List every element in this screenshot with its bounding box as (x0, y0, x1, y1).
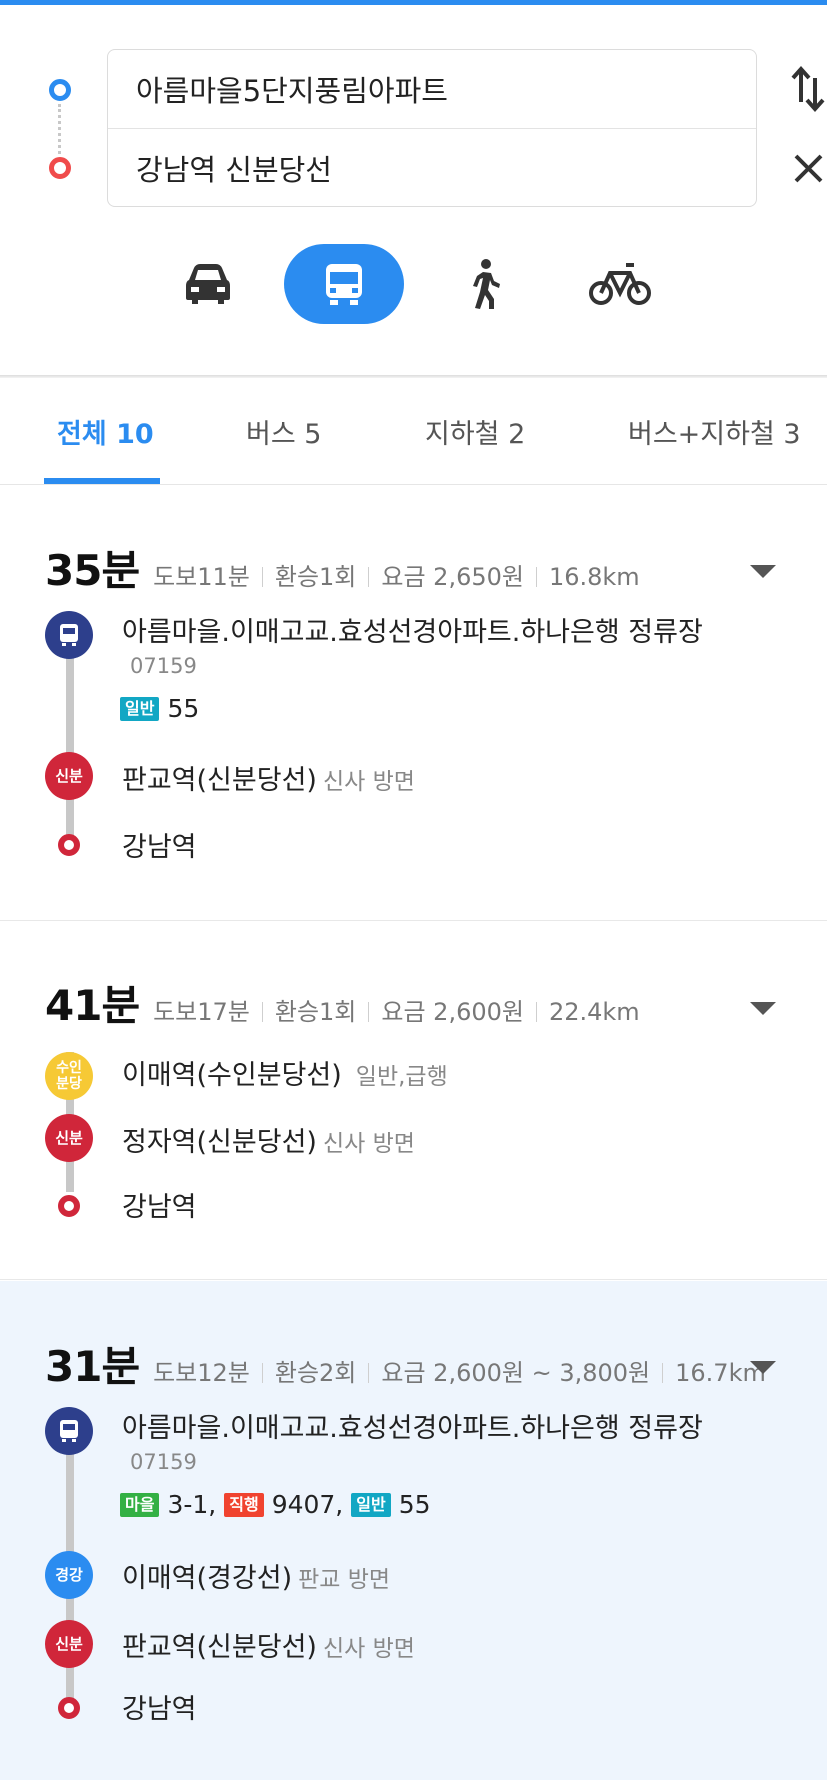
station-direction: 판교 방면 (298, 1567, 391, 1593)
bicycle-icon (589, 263, 651, 305)
route-connector (58, 104, 61, 154)
station-direction: 신사 방면 (322, 769, 415, 795)
bus-type-tag: 일반 (351, 1492, 391, 1517)
destination-name: 강남역 (122, 1192, 197, 1223)
route-rail (66, 635, 74, 835)
stop-name: 아름마을.이매고교.효성선경아파트.하나은행 정류장 (122, 617, 703, 648)
tab-subway[interactable]: 지하철 2 (425, 378, 525, 484)
caret-down-icon[interactable] (750, 1361, 776, 1374)
bike-mode-button[interactable] (580, 244, 660, 324)
car-icon (186, 264, 230, 304)
destination-marker-icon (49, 157, 71, 179)
route-transfer: 환승2회 (274, 1359, 357, 1387)
origin-marker-icon (49, 79, 71, 101)
suin-bundang-line-badge: 수인 분당 (45, 1052, 93, 1100)
route-walk: 도보11분 (153, 563, 250, 591)
stop-id: 07159 (130, 1450, 197, 1474)
route-walk: 도보12분 (153, 1359, 250, 1387)
bus-number[interactable]: 55 (399, 1490, 431, 1519)
destination-name: 강남역 (122, 832, 197, 863)
route-summary: 35분 도보11분 환승1회 요금 2,650원 16.8km (45, 537, 640, 598)
tab-bus[interactable]: 버스 5 (246, 378, 321, 484)
sinbundang-line-badge: 신분 (45, 752, 93, 800)
station-direction: 신사 방면 (322, 1131, 415, 1157)
caret-down-icon[interactable] (750, 1002, 776, 1015)
route-walk: 도보17분 (153, 998, 250, 1026)
bus-icon (326, 264, 362, 305)
station-name: 이매역(수인분당선) 일반,급행 (122, 1060, 448, 1091)
route-time: 41분 (45, 981, 140, 1030)
caret-down-icon[interactable] (750, 565, 776, 578)
active-tab-indicator (44, 478, 160, 484)
bus-stop-icon (45, 1407, 93, 1455)
swap-icon[interactable] (790, 64, 827, 114)
route-transfer: 환승1회 (274, 563, 357, 591)
station-direction: 일반,급행 (355, 1064, 448, 1090)
route-filter-tabs: 전체 10 버스 5 지하철 2 버스+지하철 3 (0, 378, 827, 485)
car-mode-button[interactable] (168, 244, 248, 324)
bus-mode-button[interactable] (284, 244, 404, 324)
station-name: 판교역(신분당선) 신사 방면 (122, 765, 415, 796)
sinbundang-line-badge: 신분 (45, 1620, 93, 1668)
walk-icon (473, 259, 500, 309)
stop-id: 07159 (130, 654, 197, 678)
destination-name: 강남역 (122, 1694, 197, 1725)
route-search-box: 아름마을5단지풍림아파트 강남역 신분당선 (107, 49, 757, 207)
route-fare: 요금 2,600원 ~ 3,800원 (381, 1359, 651, 1387)
bus-number[interactable]: 9407, (272, 1490, 344, 1519)
stop-name: 아름마을.이매고교.효성선경아파트.하나은행 정류장 (122, 1413, 703, 1444)
route-distance: 16.8km (548, 563, 640, 591)
origin-field[interactable]: 아름마을5단지풍림아파트 (108, 50, 756, 128)
bus-number[interactable]: 55 (167, 694, 199, 723)
destination-dot-icon (58, 1697, 80, 1719)
close-icon[interactable] (790, 148, 827, 188)
station-name: 정자역(신분당선) 신사 방면 (122, 1127, 415, 1158)
route-time: 35분 (45, 546, 140, 595)
walk-mode-button[interactable] (445, 244, 525, 324)
station-name: 이매역(경강선) 판교 방면 (122, 1563, 391, 1594)
route-card[interactable]: 41분 도보17분 환승1회 요금 2,600원 22.4km 수인 분당 이매… (0, 922, 827, 1280)
tab-bus-subway[interactable]: 버스+지하철 3 (628, 378, 801, 484)
bus-lines: 일반 55 (120, 694, 199, 723)
destination-dot-icon (58, 1195, 80, 1217)
route-fare: 요금 2,650원 (381, 563, 524, 591)
bus-type-tag: 일반 (120, 696, 160, 721)
bus-stop-icon (45, 611, 93, 659)
route-summary: 31분 도보12분 환승2회 요금 2,600원 ~ 3,800원 16.7km (45, 1333, 766, 1394)
route-card-selected[interactable]: 31분 도보12분 환승2회 요금 2,600원 ~ 3,800원 16.7km… (0, 1281, 827, 1780)
top-accent-bar (0, 0, 827, 5)
route-time: 31분 (45, 1342, 140, 1391)
sinbundang-line-badge: 신분 (45, 1114, 93, 1162)
route-transfer: 환승1회 (274, 998, 357, 1026)
route-fare: 요금 2,600원 (381, 998, 524, 1026)
route-distance: 22.4km (548, 998, 640, 1026)
gyeonggang-line-badge: 경강 (45, 1551, 93, 1599)
tab-all[interactable]: 전체 10 (57, 378, 154, 484)
bus-type-tag: 직행 (224, 1492, 264, 1517)
station-name: 판교역(신분당선) 신사 방면 (122, 1632, 415, 1663)
bus-number[interactable]: 3-1, (167, 1490, 216, 1519)
route-summary: 41분 도보17분 환승1회 요금 2,600원 22.4km (45, 972, 640, 1033)
destination-field[interactable]: 강남역 신분당선 (108, 128, 756, 207)
bus-type-tag: 마을 (120, 1492, 160, 1517)
station-direction: 신사 방면 (322, 1636, 415, 1662)
destination-dot-icon (58, 834, 80, 856)
route-card[interactable]: 35분 도보11분 환승1회 요금 2,650원 16.8km 아름마을.이매고… (0, 485, 827, 921)
bus-lines: 마을 3-1, 직행 9407, 일반 55 (120, 1490, 431, 1519)
